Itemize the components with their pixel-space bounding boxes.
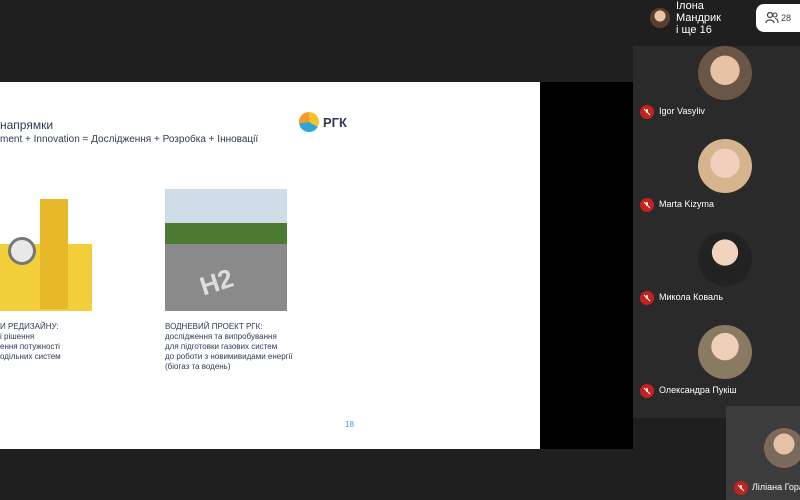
slide-page-number: 18	[345, 420, 354, 429]
people-button[interactable]: 28	[756, 4, 800, 32]
slide-title: напрямки	[0, 118, 54, 132]
participant-avatar	[698, 232, 752, 286]
presenter-chip[interactable]: Ілона Мандрик і ще 16	[650, 0, 750, 36]
participant-tile[interactable]: Олександра Пукіш	[633, 325, 800, 418]
logo-text: РГК	[323, 114, 347, 130]
mic-off-icon	[734, 481, 748, 495]
people-count: 28	[780, 13, 791, 23]
mic-off-icon	[640, 291, 654, 305]
photo-gas-equipment	[0, 189, 92, 311]
participant-avatar	[698, 139, 752, 193]
presentation-slide: напрямки ment + Innovation = Дослідження…	[0, 82, 540, 449]
slide-black-margin	[540, 82, 633, 449]
caption-right: ВОДНЕВИЙ ПРОЕКТ РГК: дослідження та випр…	[165, 322, 293, 371]
presenter-more: і ще 16	[676, 24, 712, 36]
participant-tile[interactable]: Igor Vasyliv	[633, 46, 800, 139]
self-avatar	[764, 428, 800, 468]
mic-off-icon	[640, 384, 654, 398]
participant-avatar	[698, 46, 752, 100]
photo-hydrogen-site: H2	[165, 189, 287, 311]
slide-subtitle: ment + Innovation = Дослідження + Розроб…	[0, 134, 259, 145]
logo-mark	[299, 112, 319, 132]
company-logo: РГК	[299, 112, 347, 132]
participant-name: Олександра Пукіш	[659, 385, 737, 395]
mic-off-icon	[640, 105, 654, 119]
participant-name: Микола Коваль	[659, 292, 724, 302]
people-icon	[765, 12, 779, 24]
participant-name: Marta Kizyma	[659, 199, 715, 209]
mic-off-icon	[640, 198, 654, 212]
participant-tile[interactable]: Микола Коваль	[633, 232, 800, 325]
presenter-avatar	[650, 8, 670, 28]
presenter-name: Ілона Мандрик	[676, 0, 721, 24]
self-view-tile[interactable]: Ліліана Гора	[726, 406, 800, 500]
meeting-stage: Ілона Мандрик і ще 16 28 напрямки ment +…	[0, 0, 800, 500]
participant-name: Igor Vasyliv	[659, 106, 705, 116]
h2-marking: H2	[196, 262, 237, 302]
top-bar: Ілона Мандрик і ще 16 28	[0, 0, 800, 36]
pipe-shape	[40, 199, 68, 309]
presenter-text: Ілона Мандрик і ще 16	[676, 0, 750, 36]
participant-avatar	[698, 325, 752, 379]
caption-left: И РЕДИЗАЙНУ: і рішення ення потужності о…	[0, 322, 61, 361]
participant-tile[interactable]: Marta Kizyma	[633, 139, 800, 232]
pressure-gauge	[8, 237, 36, 265]
self-name: Ліліана Гора	[752, 482, 800, 492]
